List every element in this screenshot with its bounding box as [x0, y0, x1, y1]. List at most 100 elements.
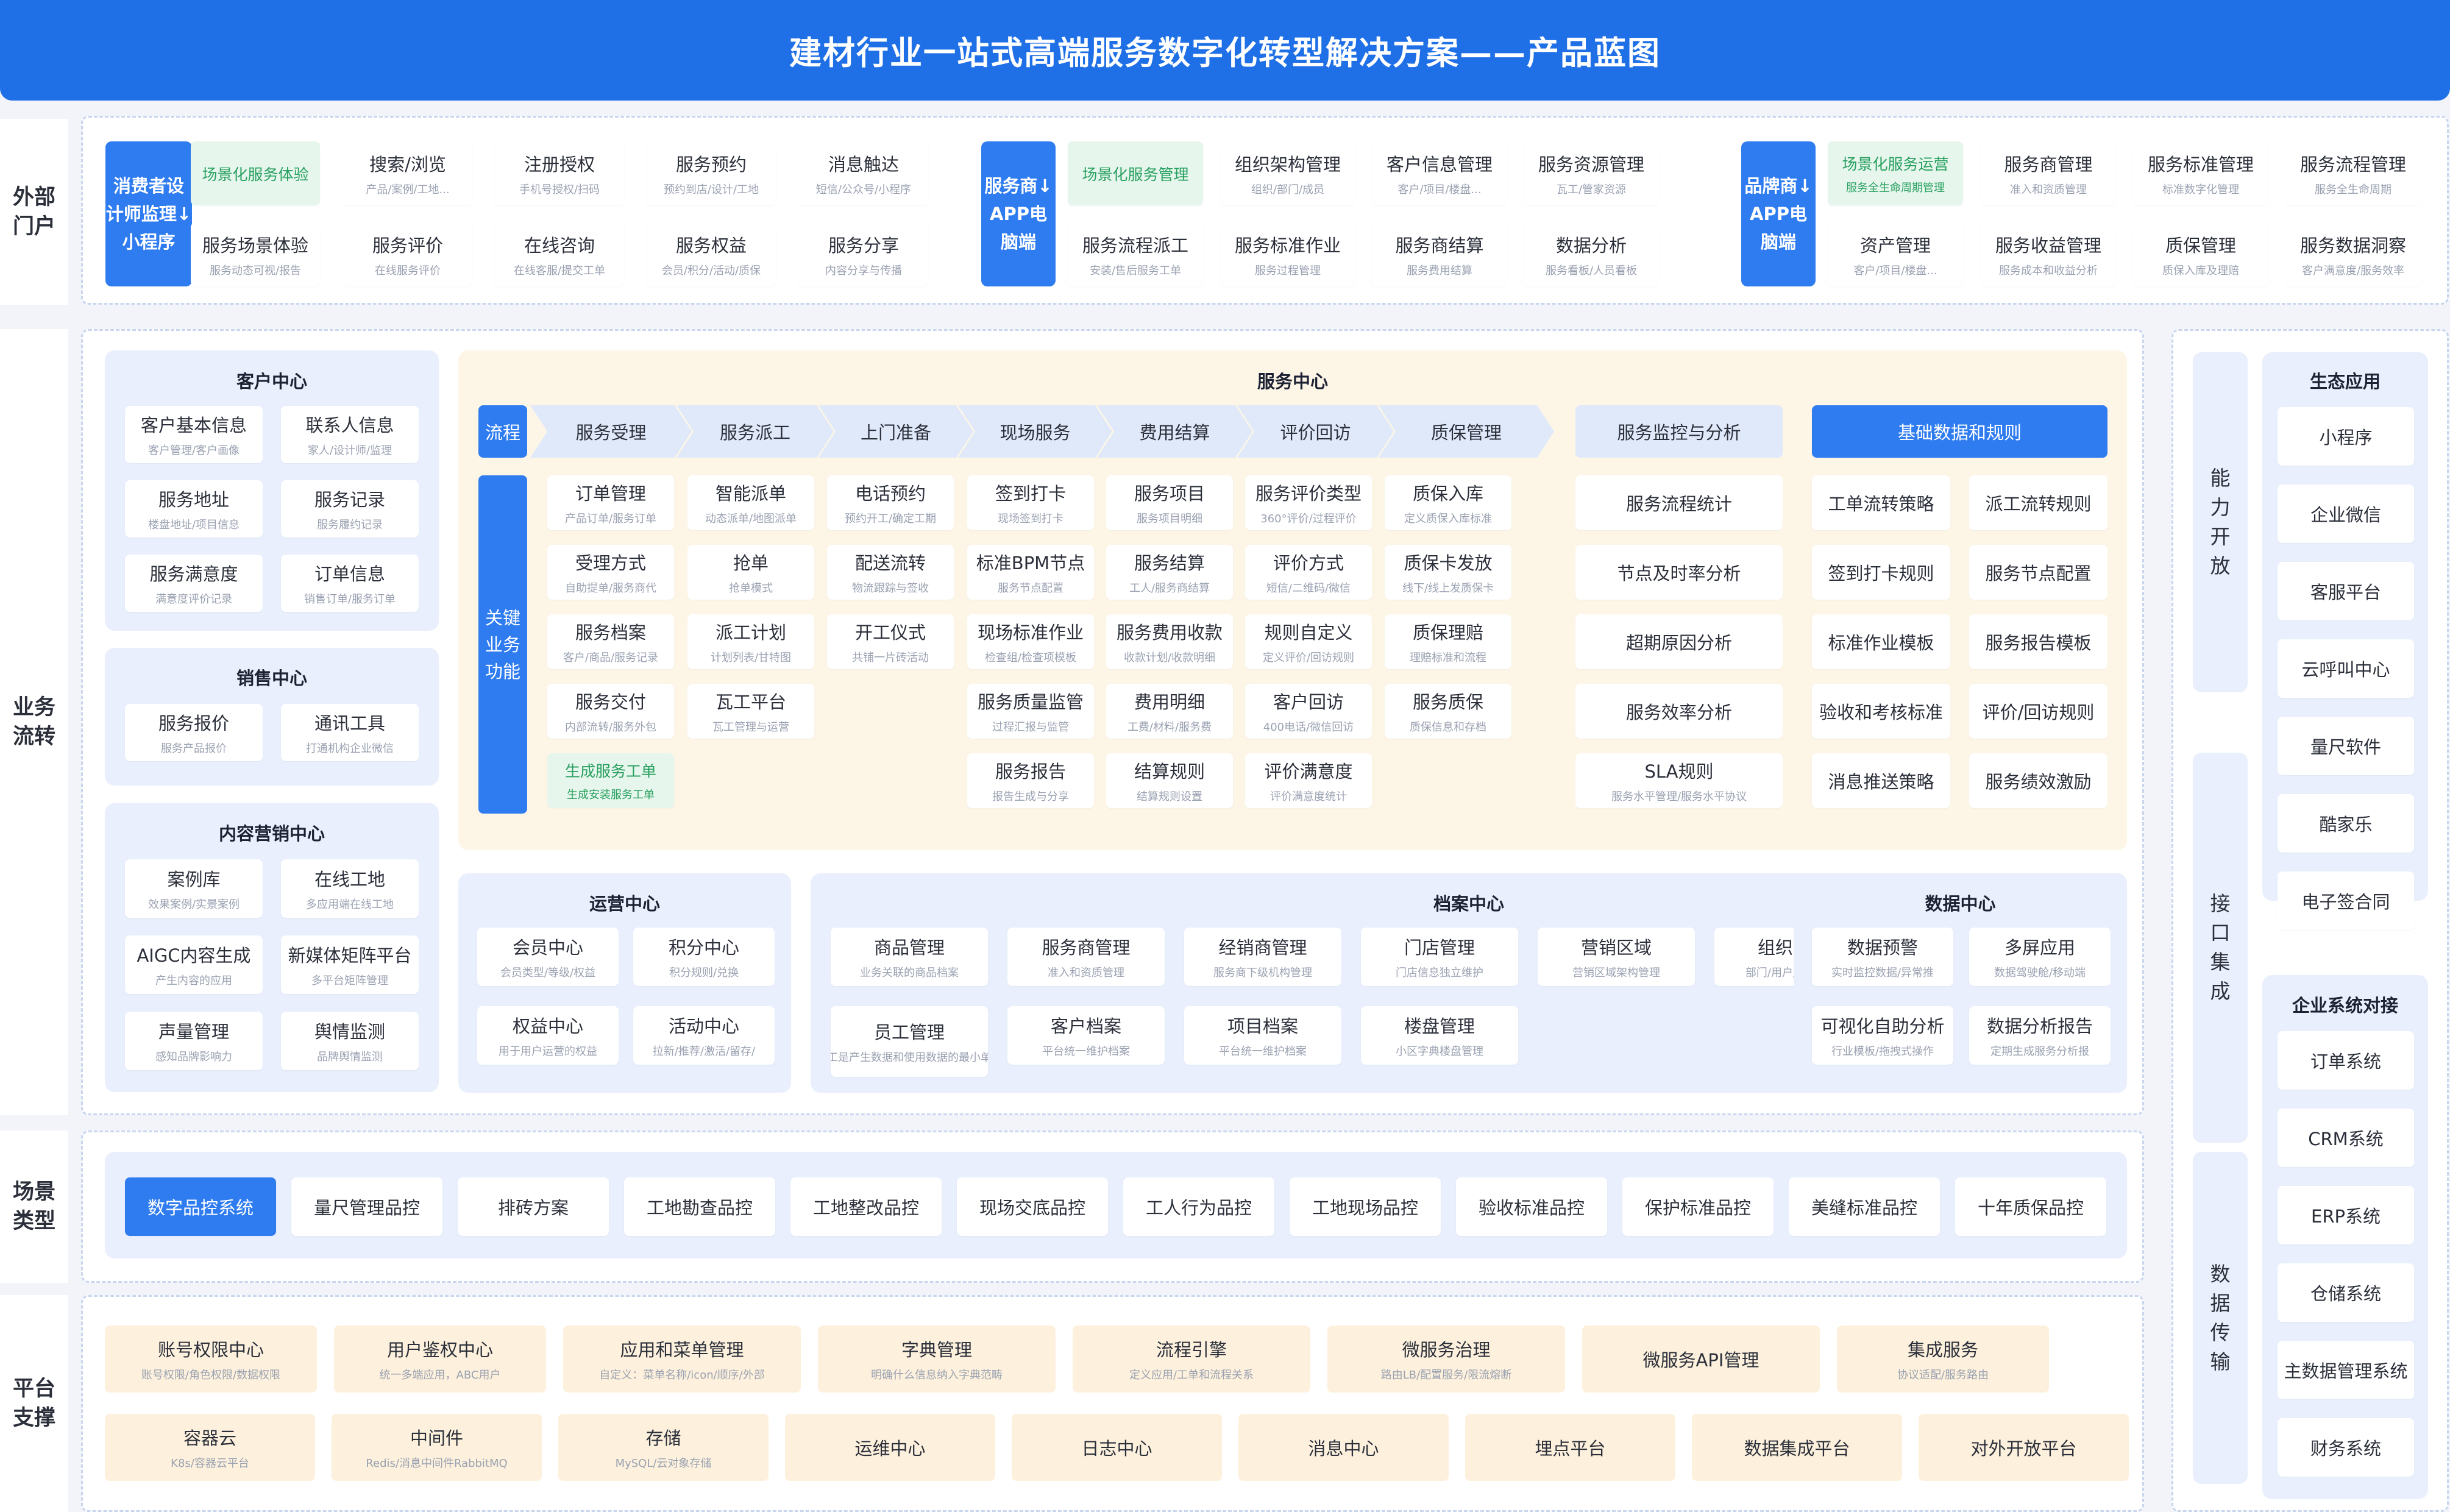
service-function-card[interactable]: 客户回访 400电话/微信回访: [1245, 684, 1372, 739]
service-function-card[interactable]: 瓦工平台 瓦工管理与运营: [687, 684, 814, 739]
eco-app-card[interactable]: 酷家乐: [2278, 794, 2414, 853]
service-function-card[interactable]: 智能派单 动态派单/地图派单: [687, 475, 814, 530]
archive-module[interactable]: 门店管理 门店信息独立维护: [1361, 928, 1518, 986]
platform-module[interactable]: 中间件 Redis/消息中间件RabbitMQ: [332, 1414, 542, 1481]
platform-module[interactable]: 用户鉴权中心 统一多端应用，ABC用户: [334, 1326, 546, 1393]
brand-module[interactable]: 资产管理 客户/项目/楼盘...: [1828, 222, 1963, 286]
service-function-card[interactable]: 受理方式 自助提单/服务商代: [547, 545, 674, 600]
base-rule-card[interactable]: 消息推送策略: [1812, 753, 1950, 808]
eco-app-card[interactable]: 云呼叫中心: [2278, 639, 2414, 698]
enterprise-system-card[interactable]: CRM系统: [2278, 1109, 2414, 1167]
content-module[interactable]: AIGC内容生成 产生内容的应用: [125, 935, 263, 994]
sales-module[interactable]: 服务报价 服务产品报价: [125, 704, 263, 761]
service-function-card[interactable]: 费用明细 工费/材料/服务费: [1106, 684, 1233, 739]
service-function-card[interactable]: 抢单 抢单模式: [687, 545, 814, 600]
ops-module[interactable]: 积分中心 积分规则/兑换: [633, 928, 775, 986]
data-module[interactable]: 数据分析报告 定期生成服务分析报: [1969, 1006, 2111, 1065]
scene-card[interactable]: 美缝标准品控: [1789, 1177, 1940, 1236]
enterprise-system-card[interactable]: 主数据管理系统: [2278, 1341, 2414, 1399]
base-rule-card[interactable]: 标准作业模板: [1812, 614, 1950, 669]
platform-module[interactable]: 消息中心: [1238, 1414, 1449, 1481]
customer-module[interactable]: 客户基本信息 客户管理/客户画像: [125, 406, 263, 463]
service-function-card[interactable]: 服务质量监管 过程汇报与监管: [967, 684, 1094, 739]
platform-module[interactable]: 对外开放平台: [1919, 1414, 2129, 1481]
monitor-card[interactable]: 节点及时率分析: [1575, 545, 1783, 600]
base-rule-card[interactable]: 评价/回访规则: [1969, 684, 2107, 739]
consumer-module[interactable]: 服务预约 预约到店/设计/工地: [647, 141, 776, 205]
provider-module[interactable]: 客户信息管理 客户/项目/楼盘...: [1372, 141, 1507, 205]
scene-card[interactable]: 数字品控系统: [125, 1177, 276, 1236]
service-function-card[interactable]: 质保理赔 理赔标准和流程: [1385, 614, 1511, 669]
scene-card[interactable]: 工地勘查品控: [624, 1177, 775, 1236]
provider-module[interactable]: 场景化服务管理: [1068, 141, 1203, 205]
consumer-module[interactable]: 注册授权 手机号授权/扫码: [495, 141, 624, 205]
service-function-card[interactable]: 服务质保 质保信息和存档: [1385, 684, 1511, 739]
platform-module[interactable]: 容器云 K8s/容器云平台: [105, 1414, 315, 1481]
enterprise-system-card[interactable]: 财务系统: [2278, 1418, 2414, 1477]
data-module[interactable]: 可视化自助分析 行业模板/拖拽式操作: [1812, 1006, 1953, 1065]
service-function-card[interactable]: 开工仪式 共铺一片砖活动: [827, 614, 954, 669]
base-rule-card[interactable]: 服务节点配置: [1969, 545, 2107, 600]
ops-module[interactable]: 权益中心 用于用户运营的权益: [477, 1006, 619, 1065]
consumer-module[interactable]: 场景化服务体验: [191, 141, 320, 205]
brand-module[interactable]: 服务商管理 准入和资质管理: [1981, 141, 2116, 205]
consumer-module[interactable]: 服务评价 在线服务评价: [343, 222, 472, 286]
archive-module[interactable]: 员工管理员工是产生数据和使用数据的最小单位: [831, 1006, 988, 1077]
provider-module[interactable]: 服务流程派工 安装/售后服务工单: [1068, 222, 1203, 286]
scene-card[interactable]: 十年质保品控: [1955, 1177, 2106, 1236]
monitor-card[interactable]: 超期原因分析: [1575, 614, 1783, 669]
archive-module[interactable]: 项目档案 平台统一维护档案: [1184, 1006, 1341, 1065]
service-function-card[interactable]: 评价满意度 评价满意度统计: [1245, 753, 1372, 808]
provider-module[interactable]: 服务资源管理 瓦工/管家资源: [1524, 141, 1659, 205]
platform-module[interactable]: 字典管理 明确什么信息纳入字典范畴: [818, 1326, 1056, 1393]
ops-module[interactable]: 会员中心 会员类型/等级/权益: [477, 928, 619, 986]
archive-module[interactable]: 营销区域 营销区域架构管理: [1538, 928, 1695, 986]
scene-card[interactable]: 量尺管理品控: [291, 1177, 442, 1236]
archive-module[interactable]: 客户档案 平台统一维护档案: [1007, 1006, 1165, 1065]
content-module[interactable]: 在线工地 多应用端在线工地: [281, 859, 419, 918]
provider-module[interactable]: 组织架构管理 组织/部门/成员: [1220, 141, 1355, 205]
monitor-card[interactable]: 服务流程统计: [1575, 475, 1783, 530]
service-function-card[interactable]: 服务结算 工人/服务商结算: [1106, 545, 1233, 600]
enterprise-system-card[interactable]: 订单系统: [2278, 1031, 2414, 1090]
service-function-card[interactable]: 生成服务工单 生成安装服务工单: [547, 753, 674, 808]
service-function-card[interactable]: 规则自定义 定义评价/回访规则: [1245, 614, 1372, 669]
sales-module[interactable]: 通讯工具 打通机构企业微信: [281, 704, 419, 761]
brand-module[interactable]: 服务流程管理 服务全生命周期: [2285, 141, 2421, 205]
archive-module[interactable]: 经销商管理 服务商下级机构管理: [1184, 928, 1341, 986]
platform-module[interactable]: 集成服务 协议适配/服务路由: [1837, 1326, 2049, 1393]
archive-module[interactable]: 商品管理 业务关联的商品档案: [831, 928, 988, 986]
enterprise-system-card[interactable]: ERP系统: [2278, 1186, 2414, 1244]
service-function-card[interactable]: 服务项目 服务项目明细: [1106, 475, 1233, 530]
platform-module[interactable]: 微服务治理 路由LB/配置服务/限流熔断: [1327, 1326, 1565, 1393]
consumer-module[interactable]: 消息触达 短信/公众号/小程序: [799, 141, 928, 205]
service-function-card[interactable]: 订单管理 产品订单/服务订单: [547, 475, 674, 530]
brand-module[interactable]: 服务收益管理 服务成本和收益分析: [1981, 222, 2116, 286]
eco-app-card[interactable]: 量尺软件: [2278, 717, 2414, 775]
service-function-card[interactable]: 派工计划 计划列表/甘特图: [687, 614, 814, 669]
provider-module[interactable]: 服务商结算 服务费用结算: [1372, 222, 1507, 286]
service-function-card[interactable]: 签到打卡 现场签到打卡: [967, 475, 1094, 530]
enterprise-system-card[interactable]: 仓储系统: [2278, 1263, 2414, 1322]
platform-module[interactable]: 微服务API管理: [1582, 1326, 1820, 1393]
scene-card[interactable]: 现场交底品控: [957, 1177, 1108, 1236]
customer-module[interactable]: 服务地址 楼盘地址/项目信息: [125, 480, 263, 538]
scene-card[interactable]: 工人行为品控: [1123, 1177, 1274, 1236]
service-function-card[interactable]: 结算规则 结算规则设置: [1106, 753, 1233, 808]
monitor-card[interactable]: 服务效率分析: [1575, 684, 1783, 739]
scene-card[interactable]: 工地整改品控: [790, 1177, 942, 1236]
eco-app-card[interactable]: 企业微信: [2278, 484, 2414, 543]
platform-module[interactable]: 埋点平台: [1465, 1414, 1675, 1481]
brand-module[interactable]: 场景化服务运营 服务全生命周期管理: [1828, 141, 1963, 205]
base-rule-card[interactable]: 服务报告模板: [1969, 614, 2107, 669]
service-function-card[interactable]: 现场标准作业 检查组/检查项模板: [967, 614, 1094, 669]
consumer-module[interactable]: 服务分享 内容分享与传播: [799, 222, 928, 286]
customer-module[interactable]: 联系人信息 家人/设计师/监理: [281, 406, 419, 463]
service-function-card[interactable]: 服务评价类型 360°评价/过程评价: [1245, 475, 1372, 530]
service-function-card[interactable]: 服务报告 报告生成与分享: [967, 753, 1094, 808]
service-function-card[interactable]: 服务费用收款 收款计划/收款明细: [1106, 614, 1233, 669]
service-function-card[interactable]: 标准BPM节点 服务节点配置: [967, 545, 1094, 600]
eco-app-card[interactable]: 客服平台: [2278, 562, 2414, 620]
service-function-card[interactable]: 评价方式 短信/二维码/微信: [1245, 545, 1372, 600]
provider-module[interactable]: 服务标准作业 服务过程管理: [1220, 222, 1355, 286]
